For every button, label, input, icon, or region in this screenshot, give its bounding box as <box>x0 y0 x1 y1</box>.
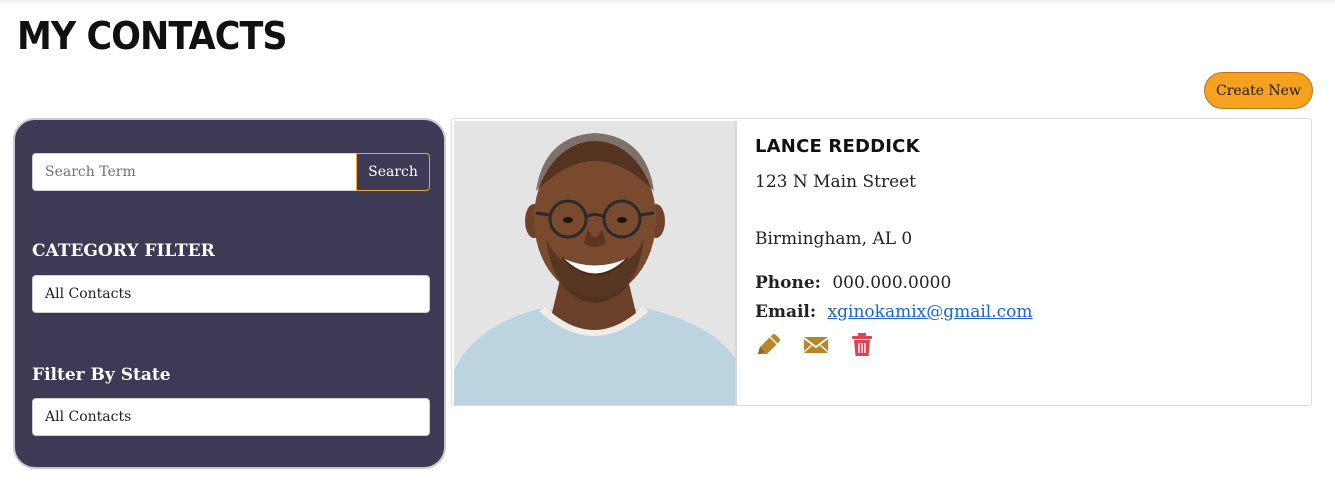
create-new-button[interactable]: Create New <box>1204 72 1313 109</box>
state-filter-select[interactable]: All Contacts <box>32 398 430 436</box>
contact-card: LANCE REDDICK 123 N Main Street Birmingh… <box>451 118 1312 406</box>
contact-address-line1: 123 N Main Street <box>755 172 917 192</box>
search-input[interactable] <box>32 153 357 191</box>
page-title: MY CONTACTS <box>17 14 288 58</box>
contact-actions <box>755 333 873 357</box>
email-icon[interactable] <box>803 333 829 357</box>
contact-photo-image <box>454 121 735 405</box>
state-filter-value: All Contacts <box>45 409 132 425</box>
phone-value: 000.000.0000 <box>832 273 952 293</box>
email-label: Email: <box>755 302 817 322</box>
category-filter-value: All Contacts <box>45 286 132 302</box>
edit-icon[interactable] <box>755 333 781 357</box>
delete-icon[interactable] <box>851 333 873 357</box>
state-filter-heading: Filter By State <box>32 365 171 385</box>
category-filter-heading: CATEGORY FILTER <box>32 241 215 261</box>
email-link[interactable]: xginokamix@gmail.com <box>828 302 1033 322</box>
category-filter-select[interactable]: All Contacts <box>32 275 430 313</box>
filter-sidebar: Search CATEGORY FILTER All Contacts Filt… <box>13 118 446 469</box>
contact-address-line2: Birmingham, AL 0 <box>755 229 913 249</box>
contact-email-row: Email: xginokamix@gmail.com <box>755 302 1033 322</box>
phone-label: Phone: <box>755 273 821 293</box>
top-bar <box>0 0 1335 6</box>
contact-photo <box>454 121 737 405</box>
contact-phone-row: Phone: 000.000.0000 <box>755 273 951 293</box>
search-button[interactable]: Search <box>356 153 430 191</box>
contact-name: LANCE REDDICK <box>755 136 920 157</box>
